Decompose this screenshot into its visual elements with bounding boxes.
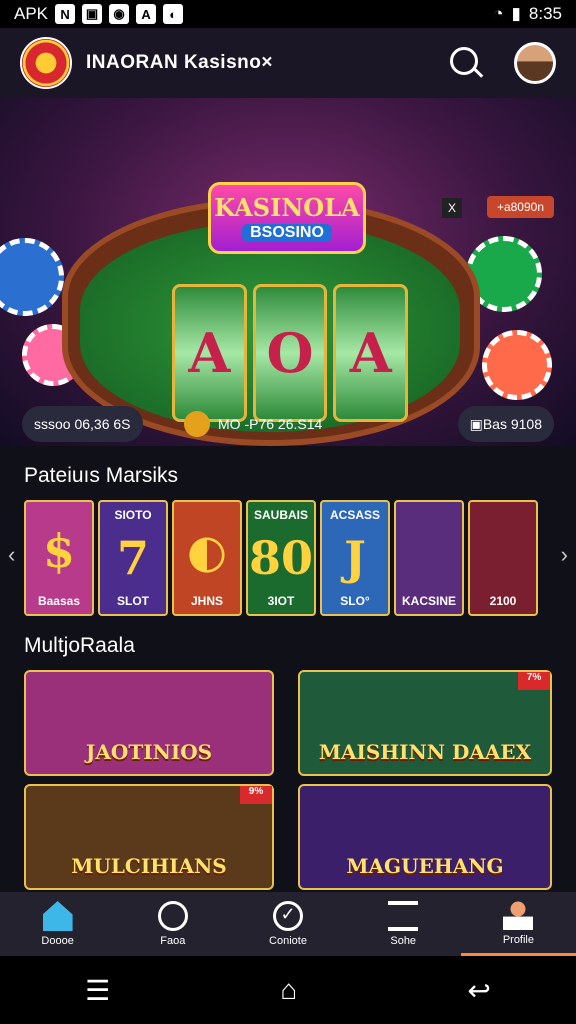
bonus-badge[interactable]: +a8090n <box>486 196 554 218</box>
notification-icon: ▣ <box>82 4 103 24</box>
notification-icon: N <box>55 4 76 24</box>
game-card[interactable]: $ Baasas <box>24 500 94 616</box>
game-card[interactable]: ◐ JHNS <box>172 500 242 616</box>
app-title: INAORAN Kasisno× <box>86 52 273 73</box>
nav-home[interactable]: Doooe <box>0 892 115 956</box>
game-card[interactable]: ACSASS J SLO° <box>320 500 390 616</box>
reel: A <box>172 284 247 422</box>
check-icon: ✓ <box>273 901 303 931</box>
hero-banner[interactable]: KASINOLA BSOSINO A O A X +a8090n sssoo 0… <box>0 98 576 446</box>
promo-badge: 7% <box>518 672 550 690</box>
chip-icon <box>0 238 64 316</box>
brand-sign: KASINOLA BSOSINO <box>208 182 366 254</box>
chip-icon <box>482 330 552 400</box>
slot-reels: A O A <box>172 284 409 422</box>
recent-apps-button[interactable]: ☰ <box>85 974 110 1007</box>
gift-icon: ▣ <box>469 415 483 432</box>
notification-icon: ◐ <box>163 4 184 24</box>
notification-icon: A <box>136 4 157 24</box>
coin-icon <box>184 411 210 437</box>
promo-tile[interactable]: 9% MULCIHIANS <box>24 784 274 890</box>
promo-tile[interactable]: 7% MAISHINN DAAEX <box>298 670 552 776</box>
top-bar: INAORAN Kasisno× <box>0 28 576 98</box>
battery-icon: ▮ <box>511 4 521 23</box>
bonus-value: Bas 9108 <box>482 416 542 432</box>
back-button[interactable]: ↩ <box>467 974 490 1007</box>
nav-check[interactable]: ✓ Coniote <box>230 892 345 956</box>
app-logo[interactable] <box>20 37 72 89</box>
reel: O <box>252 284 328 422</box>
bottom-nav: Doooe Faoa ✓ Coniote Sohe Profile <box>0 892 576 956</box>
chevron-left-icon[interactable]: ‹ <box>8 542 15 568</box>
search-icon[interactable] <box>446 43 486 83</box>
home-icon <box>42 901 73 931</box>
promo-tile[interactable]: JAOTINIOS <box>24 670 274 776</box>
chevron-right-icon[interactable]: › <box>561 542 568 568</box>
game-card[interactable]: SIOTO 7 SLOT <box>98 500 168 616</box>
game-card[interactable]: SAUBAIS 80 3IOT <box>246 500 316 616</box>
close-icon[interactable]: X <box>442 198 462 218</box>
brand-subtitle: BSOSINO <box>242 224 332 242</box>
reel: A <box>333 284 409 422</box>
balance-pill[interactable]: sssoo 06,36 6S <box>22 406 143 442</box>
home-button[interactable]: ⌂ <box>280 974 297 1006</box>
game-card[interactable]: 2100 <box>468 500 538 616</box>
section-title-games: Pateiuıs Marsiks <box>24 464 179 487</box>
brand-title: KASINOLA <box>214 193 360 222</box>
games-carousel[interactable]: ‹ $ Baasas SIOTO 7 SLOT ◐ JHNS SAUBAIS 80 3IOT… <box>0 500 576 616</box>
nav-inbox[interactable]: Sohe <box>346 892 461 956</box>
status-bar: APK N ▣ ◉ A ◐ ◔ ▮ 8:35 <box>0 0 576 28</box>
promo-badge: 9% <box>240 786 272 804</box>
status-left-text: APK <box>14 4 49 23</box>
system-nav: ☰ ⌂ ↩ <box>0 956 576 1024</box>
coins-pill[interactable]: MO -P76 26.S14 <box>172 406 334 442</box>
nav-search[interactable]: Faoa <box>115 892 230 956</box>
promo-tile[interactable]: MAGUEHANG <box>298 784 552 890</box>
wifi-icon: ◔ <box>493 4 504 23</box>
notification-icon: ◉ <box>109 4 130 24</box>
profile-icon <box>503 899 534 930</box>
promo-grid: JAOTINIOS 7% MAISHINN DAAEX 9% MULCIHIANS … <box>0 670 576 890</box>
coins-value: MO -P76 26.S14 <box>218 416 323 432</box>
bonus-pill[interactable]: ▣ Bas 9108 <box>457 406 554 442</box>
section-title-multi: MultjoRaala <box>24 634 135 657</box>
nav-profile[interactable]: Profile <box>460 892 576 956</box>
game-card[interactable]: KACSINE <box>394 500 464 616</box>
search-icon <box>157 901 188 931</box>
status-time: 8:35 <box>528 4 562 23</box>
avatar[interactable] <box>514 42 556 84</box>
inbox-icon <box>388 901 419 931</box>
